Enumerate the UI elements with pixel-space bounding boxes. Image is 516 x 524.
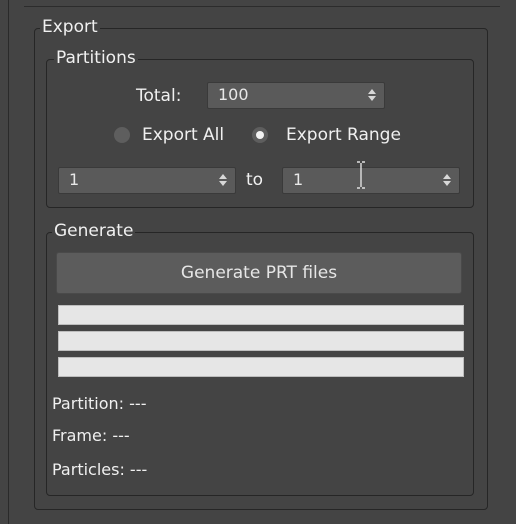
up-down-arrows-icon[interactable] [368, 87, 376, 103]
export-group-title: Export [40, 17, 100, 37]
export-all-radio[interactable] [114, 127, 130, 143]
export-all-label[interactable]: Export All [142, 125, 224, 145]
total-spinner[interactable]: 100 [207, 82, 385, 109]
export-range-label[interactable]: Export Range [286, 125, 401, 145]
progress-bar-1 [58, 305, 464, 325]
total-spinner-value[interactable]: 100 [218, 85, 249, 104]
range-from-value[interactable]: 1 [69, 170, 79, 189]
export-range-radio[interactable] [252, 127, 268, 143]
generate-prt-files-button[interactable]: Generate PRT files [56, 252, 462, 294]
rollout-top-divider [24, 6, 500, 7]
progress-bar-3 [58, 357, 464, 377]
up-down-arrows-icon[interactable] [443, 172, 451, 188]
partition-status: Partition: --- [52, 394, 147, 413]
up-down-arrows-icon[interactable] [219, 172, 227, 188]
partitions-group-title: Partitions [54, 48, 138, 68]
i-beam-cursor-icon [357, 161, 365, 189]
particles-status: Particles: --- [52, 460, 148, 479]
frame-status: Frame: --- [52, 426, 130, 445]
range-from-spinner[interactable]: 1 [58, 167, 236, 194]
total-label: Total: [136, 86, 182, 106]
generate-prt-files-label: Generate PRT files [180, 263, 338, 283]
generate-group-title: Generate [52, 221, 136, 241]
range-to-value[interactable]: 1 [293, 170, 303, 189]
range-to-spinner[interactable]: 1 [282, 167, 460, 194]
progress-bar-2 [58, 331, 464, 351]
range-to-label: to [246, 170, 264, 190]
